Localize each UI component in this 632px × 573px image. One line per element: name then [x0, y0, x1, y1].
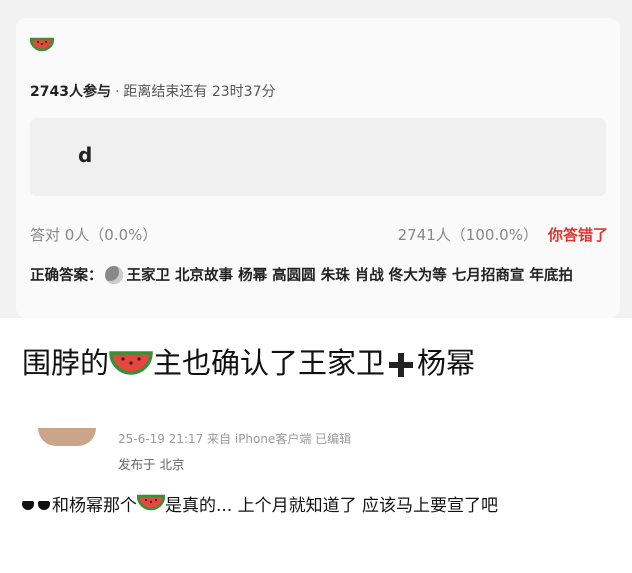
comment-text: 和杨幂那个 是真的... 上个月就知道了 应该马上要宣了吧	[22, 492, 612, 520]
wrong-stat-group: 2741人（100.0%） 你答错了	[398, 224, 608, 245]
answer-text: 王家卫 北京故事 杨幂 高圆圆 朱珠 肖战 佟大为等 七月招商宣 年底拍	[126, 268, 573, 284]
poll-stats: 答对 0人（0.0%） 2741人（100.0%） 你答错了	[30, 224, 608, 246]
plus-icon	[389, 353, 414, 377]
poll-card: 2743人参与 · 距离结束还有 23时37分 d 答对 0人（0.0%） 2741…	[16, 18, 620, 318]
headline-part2: 主也确认了王家卫	[153, 346, 386, 380]
separator-dot: ·	[114, 84, 120, 100]
comment-text-part2: 是真的... 上个月就知道了 应该马上要宣了吧	[165, 496, 499, 516]
poll-participants: 2743人参与 · 距离结束还有 23时37分	[30, 81, 276, 101]
watermelon-icon	[109, 348, 153, 382]
sunglasses-icon	[22, 501, 50, 511]
comment-location: 发布于 北京	[118, 457, 185, 472]
watermelon-icon	[136, 492, 166, 520]
watermelon-icon	[29, 36, 55, 56]
correct-stat: 答对 0人（0.0%）	[30, 226, 158, 244]
answer-label: 正确答案：	[30, 268, 103, 284]
avatar[interactable]	[38, 428, 96, 446]
wrong-stat: 2741人（100.0%）	[397, 226, 538, 244]
comment-card: 25-6-19 21:17 来自 iPhone客户端 已编辑 发布于 北京 和杨…	[0, 410, 632, 573]
wrong-answer-label: 你答错了	[547, 226, 608, 244]
participant-count: 2743人参与	[30, 84, 111, 100]
comment-meta: 25-6-19 21:17 来自 iPhone客户端 已编辑	[118, 432, 352, 446]
comment-text-part1: 和杨幂那个	[52, 496, 137, 516]
headline-part3: 杨幂	[417, 346, 476, 380]
poll-option[interactable]: d	[30, 118, 606, 196]
poll-option-label: d	[78, 143, 93, 167]
headline-part1: 围脖的	[22, 346, 110, 380]
headline: 围脖的 主也确认了王家卫 杨幂	[22, 340, 475, 382]
time-left: 距离结束还有 23时37分	[123, 84, 276, 100]
user-avatar-icon	[104, 266, 123, 284]
correct-answer: 正确答案： 王家卫 北京故事 杨幂 高圆圆 朱珠 肖战 佟大为等 七月招商宣 年底…	[30, 264, 610, 288]
